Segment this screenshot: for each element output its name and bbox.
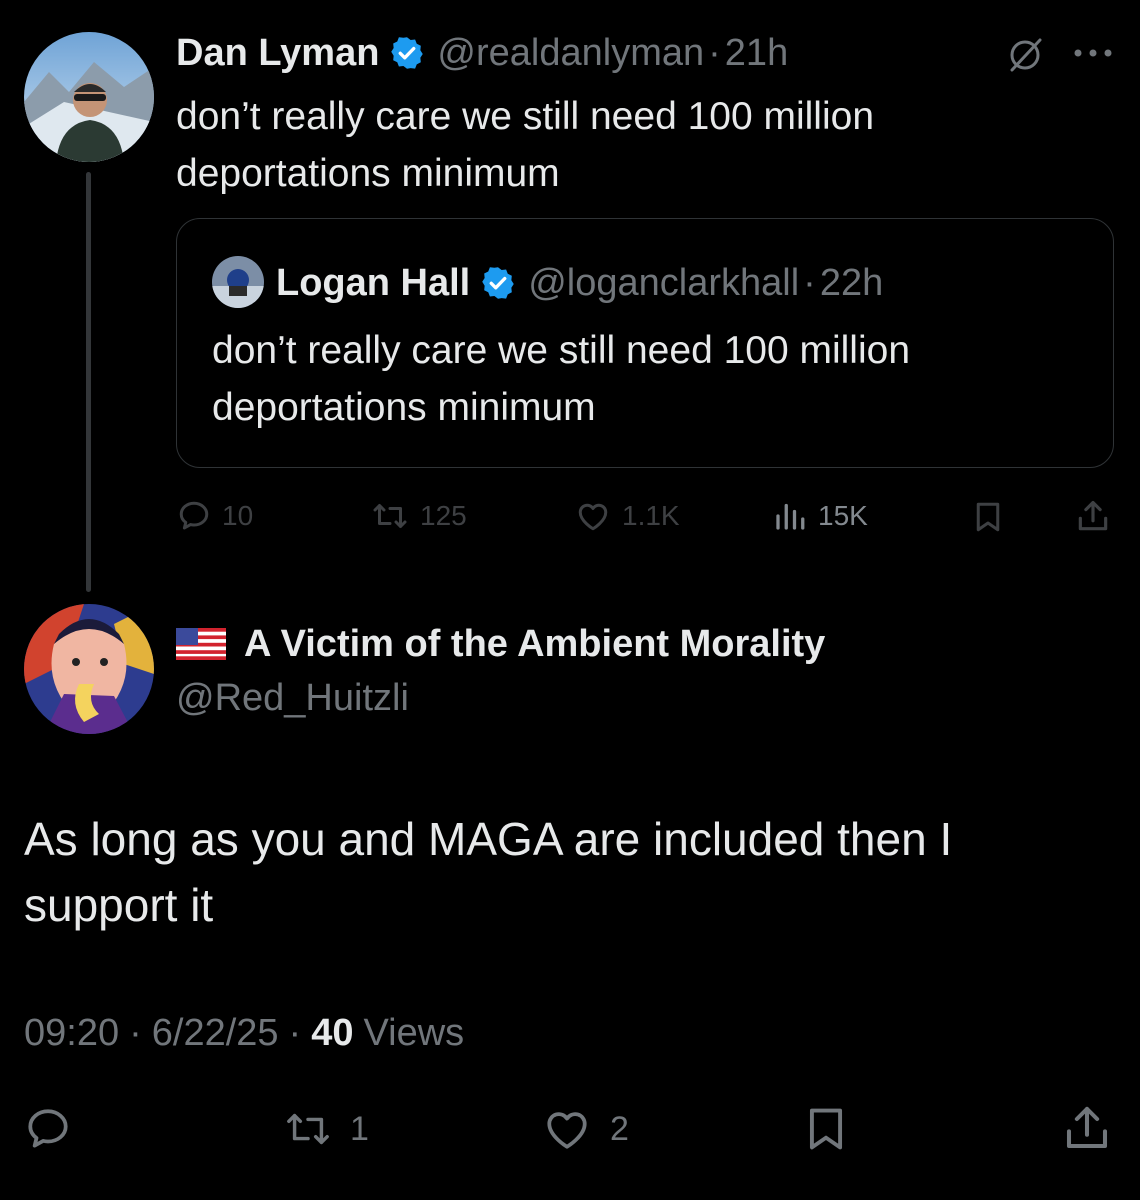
parent-tweet-text: don’t really care we still need 100 mill…	[176, 88, 1116, 202]
more-icon[interactable]	[1072, 46, 1114, 60]
share-icon	[1066, 1106, 1108, 1149]
tweet-metadata: 09:20 · 6/22/25 · 40 Views	[24, 1008, 464, 1058]
reply-icon	[179, 501, 209, 530]
avatar-logan-hall[interactable]	[212, 256, 264, 308]
grok-icon[interactable]	[1004, 34, 1046, 76]
bookmark-button[interactable]	[800, 1102, 852, 1156]
repost-count: 1	[350, 1109, 369, 1148]
like-icon	[578, 503, 608, 531]
author-handle[interactable]: @realdanlyman	[437, 32, 704, 75]
reply-count: 10	[222, 500, 254, 531]
reply-icon	[28, 1109, 68, 1148]
parent-tweet-header: Dan Lyman @realdanlyman · 21h	[176, 30, 788, 76]
like-icon	[547, 1112, 587, 1149]
repost-icon	[287, 1113, 329, 1145]
repost-count: 125	[420, 500, 467, 531]
share-icon	[1078, 500, 1108, 531]
quoted-author-handle[interactable]: @loganclarkhall	[528, 262, 799, 305]
bookmark-icon	[976, 502, 1000, 532]
quoted-text-line-2: deportations minimum	[212, 386, 596, 429]
like-count: 1.1K	[622, 500, 680, 531]
share-button[interactable]	[1074, 496, 1112, 536]
reply-author-name[interactable]: A Victim of the Ambient Morality	[244, 623, 825, 666]
separator: ·	[708, 31, 721, 74]
reply-tweet-header: A Victim of the Ambient Morality	[176, 620, 825, 668]
separator: ·	[129, 1011, 142, 1054]
bookmark-button[interactable]	[970, 498, 1006, 536]
reply-text-line-1: As long as you and MAGA are included the…	[24, 813, 953, 865]
separator: ·	[803, 261, 816, 304]
reply-author-handle[interactable]: @Red_Huitzli	[176, 674, 409, 722]
like-count: 2	[610, 1109, 629, 1148]
avatar-dan-lyman[interactable]	[24, 32, 154, 162]
views-button[interactable]: 15K	[772, 498, 868, 534]
quoted-text-line-1: don’t really care we still need 100 mill…	[212, 329, 911, 372]
like-button[interactable]: 1.1K	[574, 498, 680, 534]
verified-badge-icon	[480, 265, 516, 301]
repost-icon	[373, 504, 407, 528]
reply-button[interactable]: 10	[176, 498, 253, 534]
avatar-red-huitzli[interactable]	[24, 604, 154, 734]
tweet-text-line-1: don’t really care we still need 100 mill…	[176, 95, 875, 138]
author-name[interactable]: Dan Lyman	[176, 32, 379, 75]
views-icon	[776, 503, 805, 530]
bookmark-icon	[809, 1108, 843, 1150]
thread-line	[86, 172, 91, 592]
verified-badge-icon	[389, 35, 425, 71]
reply-text-line-2: support it	[24, 879, 214, 931]
quoted-author-name[interactable]: Logan Hall	[276, 262, 470, 305]
quoted-timestamp[interactable]: 22h	[820, 262, 883, 305]
flag-emoji	[176, 628, 226, 660]
views-count: 15K	[818, 500, 868, 531]
repost-button[interactable]: 1	[280, 1106, 369, 1152]
views-label[interactable]: Views	[363, 1012, 464, 1055]
views-count: 40	[311, 1011, 354, 1054]
post-date[interactable]: 6/22/25	[152, 1012, 279, 1055]
post-time[interactable]: 09:20	[24, 1012, 119, 1055]
tweet-text-line-2: deportations minimum	[176, 152, 560, 195]
separator: ·	[288, 1011, 302, 1054]
share-button[interactable]	[1060, 1100, 1114, 1156]
timestamp[interactable]: 21h	[725, 32, 788, 75]
reply-tweet-text: As long as you and MAGA are included the…	[24, 806, 1114, 938]
repost-button[interactable]: 125	[370, 498, 467, 534]
quoted-tweet-header: Logan Hall @loganclarkhall · 22h	[276, 260, 883, 306]
like-button[interactable]: 2	[540, 1104, 629, 1154]
quoted-tweet-text: don’t really care we still need 100 mill…	[212, 322, 1092, 436]
reply-button[interactable]	[22, 1104, 74, 1154]
